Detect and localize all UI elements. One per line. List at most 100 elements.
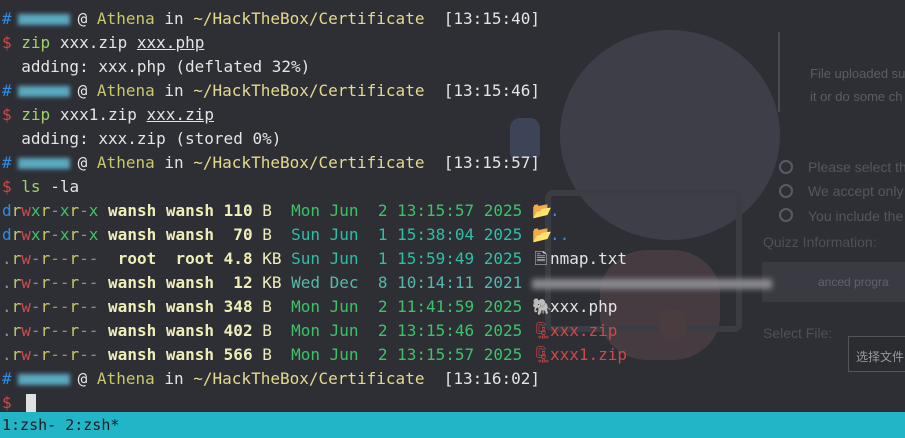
command-name: zip: [21, 33, 51, 52]
perm-bit: -: [88, 321, 99, 340]
prompt-path: ~/HackTheBox/Certificate: [193, 153, 425, 172]
prompt-line: # @ Athena in ~/HackTheBox/Certificate [1…: [2, 79, 540, 103]
file-size-unit: B: [262, 297, 272, 316]
prompt-line: # @ Athena in ~/HackTheBox/Certificate [1…: [2, 151, 540, 175]
file-group: wansh: [165, 297, 215, 316]
file-size-unit: B: [262, 321, 272, 340]
prompt-hash: #: [2, 9, 12, 28]
perm-bit: -: [50, 321, 60, 340]
command-arg-path: xxx.php: [136, 33, 205, 52]
prompt-hash: #: [2, 153, 12, 172]
file-size: 566: [223, 345, 253, 364]
file-size-unit: B: [262, 201, 272, 220]
prompt-path: ~/HackTheBox/Certificate: [193, 369, 425, 388]
terminal-cursor[interactable]: [25, 393, 36, 414]
perm-type: d: [2, 201, 12, 220]
perm-bit: -: [79, 201, 89, 220]
file-group: wansh: [165, 201, 215, 220]
file-date: Mon Jun 2 13:15:57 2025: [291, 345, 523, 364]
tmux-status-bar[interactable]: 1:zsh- 2:zsh*: [0, 412, 905, 438]
redacted-username: [17, 14, 70, 25]
file-size: 402: [223, 321, 253, 340]
perm-bit: -: [50, 345, 60, 364]
command-output: adding: xxx.php (deflated 32%): [2, 57, 311, 76]
perm-bit: -: [79, 345, 89, 364]
file-owner: wansh: [108, 273, 157, 292]
prompt-host: Athena: [96, 369, 155, 388]
command-arg: -la: [50, 177, 80, 196]
file-date: Mon Jun 2 13:15:57 2025: [291, 201, 523, 220]
perm-type: .: [2, 321, 12, 340]
command-line: $ ls -la: [2, 175, 79, 199]
zip-archive-icon: 🗜: [531, 321, 553, 340]
perm-bit: r: [11, 321, 22, 340]
perm-bit: r: [40, 273, 51, 292]
perm-bit: -: [79, 225, 89, 244]
redacted-username: [17, 158, 70, 169]
perm-bit: w: [21, 249, 31, 268]
ls-row: drwxr-xr-x wansh wansh 110 B Mon Jun 2 1…: [2, 199, 560, 223]
file-group: wansh: [165, 273, 215, 292]
perm-bit: r: [40, 321, 51, 340]
file-size: 12: [223, 273, 253, 292]
perm-bit: r: [11, 345, 22, 364]
prompt-at: @: [77, 81, 88, 100]
perm-bit: r: [11, 297, 22, 316]
file-size: 4.8: [223, 249, 253, 268]
file-owner: wansh: [108, 297, 157, 316]
prompt-at: @: [77, 369, 88, 388]
command-arg: xxx1.zip: [59, 105, 137, 124]
terminal-window[interactable]: # @ Athena in ~/HackTheBox/Certificate [1…: [0, 0, 905, 414]
perm-bit: -: [88, 345, 99, 364]
perm-bit: r: [69, 345, 80, 364]
perm-bit: r: [40, 345, 51, 364]
file-date: Sun Jun 1 15:38:04 2025: [291, 225, 523, 244]
file-group: root: [175, 249, 215, 268]
zip-archive-icon: 🗜: [531, 345, 553, 364]
prompt-in: in: [164, 81, 184, 100]
file-size: 110: [223, 201, 253, 220]
command-arg: xxx.zip: [59, 33, 128, 52]
perm-bit: w: [21, 201, 31, 220]
file-owner: wansh: [108, 225, 157, 244]
ls-row: drwxr-xr-x wansh wansh 70 B Sun Jun 1 15…: [2, 223, 569, 247]
perm-bit: r: [69, 249, 80, 268]
ls-row: .rw-r--r-- wansh wansh 348 B Mon Jun 2 1…: [2, 295, 617, 319]
prompt-line: # @ Athena in ~/HackTheBox/Certificate [1…: [2, 367, 540, 391]
ls-row: .rw-r--r-- wansh wansh 566 B Mon Jun 2 1…: [2, 343, 627, 367]
perm-bit: -: [79, 321, 89, 340]
folder-open-icon: 📂: [531, 201, 552, 220]
prompt-in: in: [164, 9, 184, 28]
file-owner: wansh: [108, 201, 157, 220]
file-name: xxx1.zip: [549, 345, 628, 364]
prompt-path: ~/HackTheBox/Certificate: [193, 9, 425, 28]
file-date: Mon Jun 2 13:15:46 2025: [291, 321, 523, 340]
perm-bit: r: [40, 225, 51, 244]
file-owner: wansh: [108, 321, 157, 340]
php-elephant-icon: 🐘: [531, 297, 552, 316]
file-size-unit: B: [262, 345, 272, 364]
perm-bit: w: [21, 345, 31, 364]
prompt-dollar: $: [2, 105, 12, 124]
tmux-window-list[interactable]: 1:zsh- 2:zsh*: [0, 416, 119, 434]
perm-bit: x: [88, 201, 99, 220]
command-arg-path: xxx.zip: [146, 105, 214, 124]
ls-row: .rw-r--r-- root root 4.8 KB Sun Jun 1 15…: [2, 247, 627, 271]
command-output: adding: xxx.zip (stored 0%): [2, 129, 282, 148]
file-date: Wed Dec 8 10:14:11 2021: [291, 273, 523, 292]
prompt-dollar: $: [2, 393, 12, 412]
file-size-unit: B: [262, 225, 272, 244]
prompt-dollar: $: [2, 33, 12, 52]
perm-bit: r: [40, 297, 51, 316]
perm-bit: -: [50, 297, 60, 316]
text-file-icon: 🗎: [534, 249, 548, 268]
prompt-at: @: [77, 9, 88, 28]
perm-bit: -: [79, 273, 89, 292]
perm-bit: w: [21, 225, 31, 244]
file-owner: wansh: [108, 345, 157, 364]
file-group: wansh: [165, 225, 215, 244]
file-size-unit: KB: [262, 249, 282, 268]
perm-bit: r: [69, 201, 80, 220]
prompt-in: in: [164, 153, 184, 172]
prompt-host: Athena: [96, 9, 155, 28]
